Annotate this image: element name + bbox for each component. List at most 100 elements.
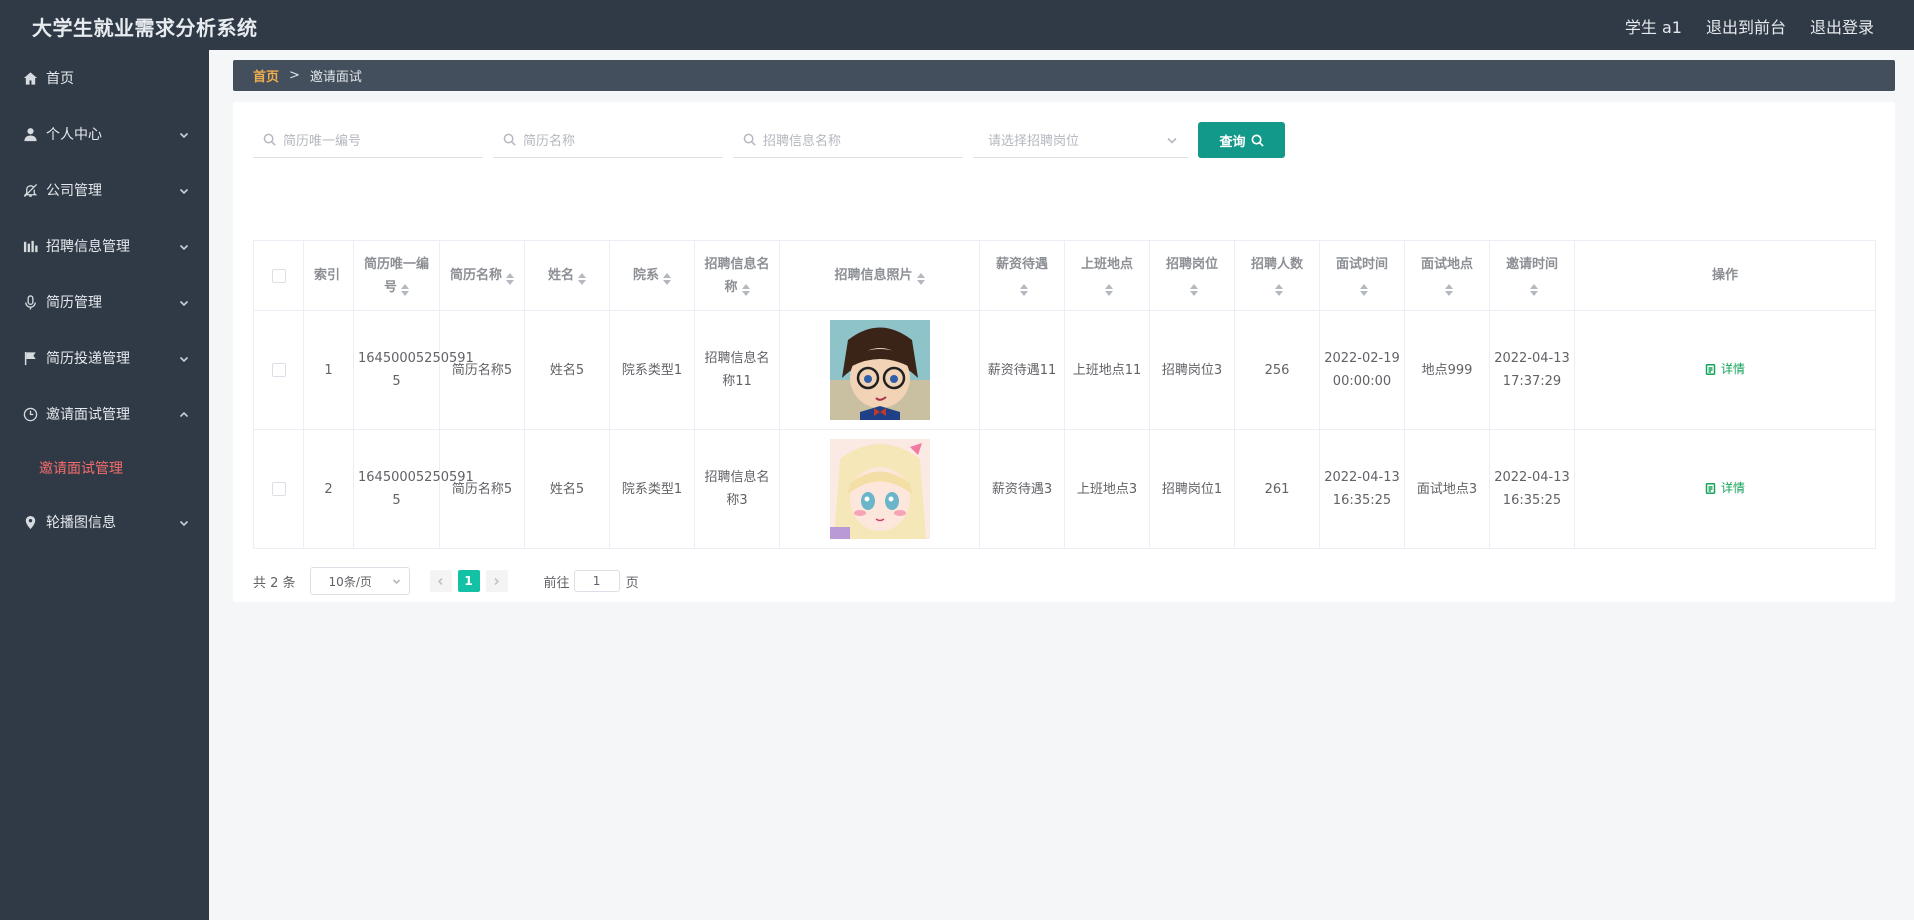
sidebar-item-personal-center[interactable]: 个人中心 xyxy=(0,106,209,162)
breadcrumb-home[interactable]: 首页 xyxy=(253,66,279,85)
cell-interview-time: 2022-02-19 00:00:00 xyxy=(1319,310,1405,430)
select-all-checkbox[interactable] xyxy=(271,268,286,283)
cell-job-photo xyxy=(779,310,980,430)
goto-page-input[interactable]: 1 xyxy=(573,570,620,592)
col-header-label: 简历名称 xyxy=(449,268,502,283)
cell-actions: 详情 xyxy=(1574,310,1876,430)
row-checkbox[interactable] xyxy=(271,363,286,377)
chevron-right-icon xyxy=(494,577,500,585)
col-header-headcount[interactable]: 招聘人数 xyxy=(1234,240,1320,311)
user-icon xyxy=(22,126,38,142)
cell-name: 姓名5 xyxy=(524,429,610,549)
sort-icon[interactable] xyxy=(506,270,514,285)
col-header-label: 招聘人数 xyxy=(1250,256,1303,272)
prev-page-button[interactable] xyxy=(429,570,452,592)
sort-icon[interactable] xyxy=(1445,281,1453,296)
search-icon xyxy=(263,133,277,147)
chevron-down-icon xyxy=(179,296,189,307)
sort-icon[interactable] xyxy=(741,281,750,296)
cell-job-photo xyxy=(779,429,980,549)
sort-icon[interactable] xyxy=(1530,281,1538,296)
user-name[interactable]: 学生 a1 xyxy=(1625,14,1682,38)
clock-icon xyxy=(22,406,38,422)
col-header-name[interactable]: 姓名 xyxy=(524,240,610,311)
sort-icon[interactable] xyxy=(1360,281,1368,296)
select-all-cell xyxy=(253,240,304,311)
sort-icon[interactable] xyxy=(1275,281,1283,296)
col-header-position[interactable]: 招聘岗位 xyxy=(1149,240,1235,311)
sidebar: 首页 个人中心 公司管理 招聘信息管理 简历管理 简历投递管理 邀请面试管理 邀… xyxy=(0,50,209,920)
logout-link[interactable]: 退出登录 xyxy=(1810,14,1874,38)
sort-icon[interactable] xyxy=(1190,281,1198,296)
cell-headcount: 261 xyxy=(1234,429,1320,549)
top-bar: 大学生就业需求分析系统 学生 a1 退出到前台 退出登录 xyxy=(0,0,1914,50)
col-header-location[interactable]: 上班地点 xyxy=(1064,240,1150,311)
content-panel: 简历唯一编号 简历名称 招聘信息名称 请选择招聘岗位 查询 索引 简历唯一编号 … xyxy=(233,102,1895,602)
col-header-interview-time[interactable]: 面试时间 xyxy=(1319,240,1405,311)
document-icon xyxy=(1705,363,1716,375)
col-header-salary[interactable]: 薪资待遇 xyxy=(979,240,1065,311)
col-header-label: 招聘岗位 xyxy=(1165,256,1218,272)
sidebar-item-resume-delivery[interactable]: 简历投递管理 xyxy=(0,330,209,386)
sort-icon[interactable] xyxy=(578,270,586,285)
resume-name-search-input[interactable]: 简历名称 xyxy=(493,122,723,158)
cell-department: 院系类型1 xyxy=(609,310,695,430)
sidebar-item-interview-invite[interactable]: 邀请面试管理 xyxy=(0,386,209,442)
col-header-invite-time[interactable]: 邀请时间 xyxy=(1489,240,1575,311)
page-number-button[interactable]: 1 xyxy=(457,570,480,592)
col-header-label: 面试地点 xyxy=(1420,256,1473,272)
submenu-item-label: 邀请面试管理 xyxy=(39,461,123,477)
sort-icon[interactable] xyxy=(401,281,409,296)
job-info-search-input[interactable]: 招聘信息名称 xyxy=(733,122,963,158)
sort-icon[interactable] xyxy=(1105,281,1113,296)
query-button[interactable]: 查询 xyxy=(1198,122,1285,158)
document-icon xyxy=(1705,482,1716,494)
sidebar-item-label: 公司管理 xyxy=(46,183,102,199)
cell-location: 上班地点3 xyxy=(1064,429,1150,549)
cell-actions: 详情 xyxy=(1574,429,1876,549)
sidebar-item-company[interactable]: 公司管理 xyxy=(0,162,209,218)
goto-label: 前往 xyxy=(543,575,570,591)
detail-button[interactable]: 详情 xyxy=(1705,477,1745,500)
job-photo-image[interactable] xyxy=(829,439,930,539)
sidebar-item-home[interactable]: 首页 xyxy=(0,50,209,106)
main-content: 首页 > 邀请面试 简历唯一编号 简历名称 招聘信息名称 请选择招聘岗位 查询 xyxy=(209,50,1914,920)
col-header-job-photo[interactable]: 招聘信息照片 xyxy=(779,240,980,311)
table-header-row: 索引 简历唯一编号 简历名称 姓名 院系 招聘信息名称 招聘信息照片 薪资待遇 … xyxy=(253,240,1876,311)
row-checkbox[interactable] xyxy=(271,482,286,496)
query-button-label: 查询 xyxy=(1219,134,1246,150)
col-header-resume-name[interactable]: 简历名称 xyxy=(439,240,525,311)
resume-id-search-input[interactable]: 简历唯一编号 xyxy=(253,122,483,158)
col-header-index: 索引 xyxy=(303,240,354,311)
flag-icon xyxy=(22,350,38,366)
detail-button[interactable]: 详情 xyxy=(1705,358,1745,381)
col-header-label: 招聘信息名称 xyxy=(704,256,770,295)
page-size-select[interactable]: 10条/页 xyxy=(309,567,410,595)
cell-name: 姓名5 xyxy=(524,310,610,430)
col-header-resume-id[interactable]: 简历唯一编号 xyxy=(353,240,440,311)
sort-icon[interactable] xyxy=(663,270,671,285)
col-header-interview-place[interactable]: 面试地点 xyxy=(1404,240,1490,311)
sort-icon[interactable] xyxy=(1020,281,1028,296)
job-info-placeholder: 招聘信息名称 xyxy=(763,134,842,149)
sidebar-item-job-info[interactable]: 招聘信息管理 xyxy=(0,218,209,274)
search-icon xyxy=(503,133,517,147)
search-icon xyxy=(1251,134,1264,147)
submenu-item-interview-invite-manage[interactable]: 邀请面试管理 xyxy=(0,442,209,494)
sidebar-item-carousel[interactable]: 轮播图信息 xyxy=(0,494,209,550)
position-select[interactable]: 请选择招聘岗位 xyxy=(973,122,1188,158)
table-row: 1 16450005250591 5 简历名称5 姓名5 院系类型1 招聘信息名… xyxy=(253,310,1876,430)
sidebar-item-label: 个人中心 xyxy=(46,127,102,143)
next-page-button[interactable] xyxy=(485,570,508,592)
col-header-department[interactable]: 院系 xyxy=(609,240,695,311)
exit-to-front-link[interactable]: 退出到前台 xyxy=(1706,14,1786,38)
chevron-down-icon xyxy=(392,578,400,584)
cell-invite-time: 2022-04-13 17:37:29 xyxy=(1489,310,1575,430)
job-photo-image[interactable] xyxy=(829,320,930,420)
row-select-cell xyxy=(253,310,304,430)
sort-icon[interactable] xyxy=(916,270,925,285)
col-header-job-name[interactable]: 招聘信息名称 xyxy=(694,240,780,311)
app-title: 大学生就业需求分析系统 xyxy=(32,16,258,40)
sidebar-item-resume[interactable]: 简历管理 xyxy=(0,274,209,330)
page-size-value: 10条/页 xyxy=(328,574,372,589)
